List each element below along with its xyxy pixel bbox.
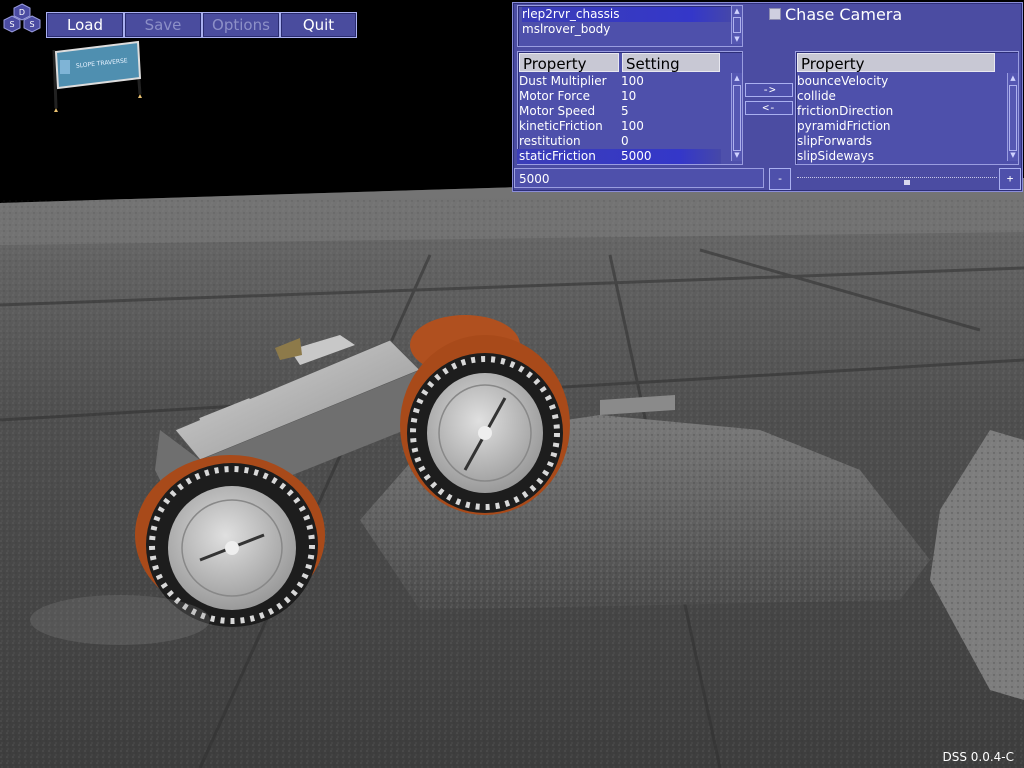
settings-row[interactable]: Motor Speed 5 [517,104,721,119]
settings-row[interactable]: Dust Multiplier 100 [517,74,721,89]
increase-button[interactable]: + [999,168,1021,190]
available-property-row[interactable]: slipForwards [797,134,997,149]
save-button[interactable]: Save [124,12,202,38]
remove-property-button[interactable]: <- [745,101,793,115]
available-property-row[interactable]: frictionDirection [797,104,997,119]
scroll-down-arrow-icon[interactable]: ▼ [733,35,741,43]
scroll-down-arrow-icon[interactable]: ▼ [733,151,741,159]
value-slider[interactable] [797,177,997,180]
settings-row-property: kineticFriction [519,119,603,133]
scroll-thumb[interactable] [733,85,741,151]
settings-row-property: staticFriction [519,149,596,163]
settings-row-property: Dust Multiplier [519,74,607,88]
settings-row-property: restitution [519,134,581,148]
column-header-property-available[interactable]: Property [797,53,995,73]
settings-row-setting: 100 [621,119,644,133]
chase-camera-label: Chase Camera [785,5,903,24]
load-button[interactable]: Load [46,12,124,38]
settings-row-setting: 5000 [621,149,652,163]
logo-letter-d: D [19,8,25,17]
decrease-button[interactable]: - [769,168,791,190]
settings-row-setting: 100 [621,74,644,88]
scroll-thumb[interactable] [1009,85,1017,151]
object-list-scrollbar[interactable]: ▲ ▼ [731,6,742,44]
available-property-row[interactable]: pyramidFriction [797,119,997,134]
logo-letter-s2: S [29,20,34,29]
available-property-row[interactable]: collide [797,89,997,104]
scroll-up-arrow-icon[interactable]: ▲ [733,7,741,15]
settings-scrollbar[interactable]: ▲ ▼ [731,73,742,161]
settings-row[interactable]: Motor Force 10 [517,89,721,104]
available-scrollbar[interactable]: ▲ ▼ [1007,73,1018,161]
scenario-banner: SLOPE TRAVERSE [52,40,142,112]
available-property-row[interactable]: bounceVelocity [797,74,997,89]
settings-row-setting: 5 [621,104,629,118]
scroll-down-arrow-icon[interactable]: ▼ [1009,151,1017,159]
chase-camera-checkbox[interactable] [769,8,781,20]
settings-row[interactable]: restitution 0 [517,134,721,149]
scroll-up-arrow-icon[interactable]: ▲ [1009,74,1017,82]
add-property-button[interactable]: -> [745,83,793,97]
column-header-property[interactable]: Property [519,53,619,73]
options-button[interactable]: Options [202,12,280,38]
property-panel: rlep2rvr_chassis mslrover_body ▲ ▼ Chase… [512,2,1023,192]
object-item-chassis[interactable]: rlep2rvr_chassis [522,7,734,22]
object-item-body[interactable]: mslrover_body [522,22,734,37]
slider-thumb[interactable] [904,180,910,185]
quit-button[interactable]: Quit [280,12,357,38]
object-list[interactable]: rlep2rvr_chassis mslrover_body [517,5,743,47]
settings-row[interactable]: kineticFriction 100 [517,119,721,134]
available-property-row[interactable]: slipSideways [797,149,997,164]
logo-letter-s1: S [9,20,14,29]
scroll-thumb[interactable] [733,17,741,33]
scroll-up-arrow-icon[interactable]: ▲ [733,74,741,82]
settings-row[interactable]: staticFriction 5000 [517,149,721,164]
value-input[interactable]: 5000 [514,168,764,188]
column-header-setting[interactable]: Setting [622,53,720,73]
settings-row-property: Motor Force [519,89,590,103]
version-label: DSS 0.0.4-C [942,750,1014,764]
settings-row-property: Motor Speed [519,104,596,118]
settings-row-setting: 10 [621,89,637,103]
dss-logo: D S S [3,3,41,33]
settings-row-setting: 0 [621,134,629,148]
